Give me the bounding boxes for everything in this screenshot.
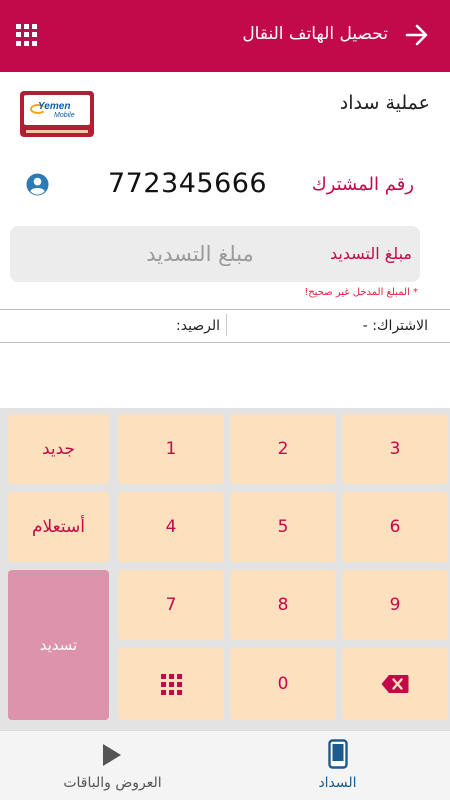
arrow-right-icon[interactable] bbox=[404, 22, 430, 48]
key-0-label: 0 bbox=[277, 674, 289, 694]
new-button-label: جديد bbox=[41, 439, 76, 459]
backspace-icon bbox=[381, 675, 409, 693]
inquiry-button-label: أستعلام bbox=[32, 517, 85, 537]
key-8[interactable]: 8 bbox=[230, 570, 336, 640]
nav-offers[interactable]: العروض والباقات bbox=[0, 731, 225, 800]
subscriber-label: رقم المشترك bbox=[311, 174, 414, 195]
keypad: جديد 1 2 3 أستعلام 4 5 6 تسديد 7 8 9 0 bbox=[0, 408, 450, 730]
key-2-label: 2 bbox=[277, 439, 289, 459]
payment-amount-label: مبلغ التسديد bbox=[330, 244, 412, 263]
new-button[interactable]: جديد bbox=[8, 414, 109, 484]
bottom-navigation: العروض والباقات السداد bbox=[0, 730, 450, 800]
key-6-label: 6 bbox=[389, 517, 401, 537]
nav-pay[interactable]: السداد bbox=[225, 731, 450, 800]
key-6[interactable]: 6 bbox=[342, 492, 448, 562]
subscription-info: الاشتراك: - bbox=[362, 318, 428, 334]
key-9-label: 9 bbox=[389, 595, 401, 615]
payment-amount-input[interactable] bbox=[90, 236, 310, 272]
key-4[interactable]: 4 bbox=[118, 492, 224, 562]
key-4-label: 4 bbox=[165, 517, 177, 537]
nav-offers-label: العروض والباقات bbox=[63, 775, 162, 791]
key-2[interactable]: 2 bbox=[230, 414, 336, 484]
pay-button-label: تسديد bbox=[39, 636, 78, 654]
key-3[interactable]: 3 bbox=[342, 414, 448, 484]
backspace-button[interactable] bbox=[342, 648, 448, 720]
mobile-phone-icon bbox=[328, 739, 348, 769]
keypad-grid-button[interactable] bbox=[118, 648, 224, 720]
key-7-label: 7 bbox=[165, 595, 177, 615]
operation-title: عملية سداد bbox=[339, 92, 430, 114]
payment-amount-box: مبلغ التسديد bbox=[10, 226, 420, 282]
key-1-label: 1 bbox=[165, 439, 177, 459]
key-1[interactable]: 1 bbox=[118, 414, 224, 484]
key-0[interactable]: 0 bbox=[230, 648, 336, 720]
info-divider bbox=[226, 314, 227, 336]
yemen-mobile-logo: Yemen Mobile bbox=[20, 91, 94, 137]
key-7[interactable]: 7 bbox=[118, 570, 224, 640]
nav-pay-label: السداد bbox=[318, 775, 357, 791]
key-5-label: 5 bbox=[277, 517, 289, 537]
top-app-bar: تحصيل الهاتف النقال bbox=[0, 0, 450, 72]
inquiry-button[interactable]: أستعلام bbox=[8, 492, 109, 562]
pay-button[interactable]: تسديد bbox=[8, 570, 109, 720]
keypad-grid-icon bbox=[160, 673, 182, 695]
info-bar: الاشتراك: - الرصيد: bbox=[0, 309, 450, 343]
key-3-label: 3 bbox=[389, 439, 401, 459]
balance-info: الرصيد: bbox=[176, 318, 221, 334]
error-message: * المبلغ المدخل غير صحيح! bbox=[304, 287, 418, 298]
key-9[interactable]: 9 bbox=[342, 570, 448, 640]
user-circle-icon[interactable] bbox=[26, 173, 49, 196]
subscriber-number[interactable]: 772345666 bbox=[108, 168, 267, 199]
play-icon bbox=[103, 744, 121, 766]
grid-menu-icon[interactable] bbox=[16, 24, 38, 46]
page-title: تحصيل الهاتف النقال bbox=[242, 24, 388, 44]
key-5[interactable]: 5 bbox=[230, 492, 336, 562]
key-8-label: 8 bbox=[277, 595, 289, 615]
